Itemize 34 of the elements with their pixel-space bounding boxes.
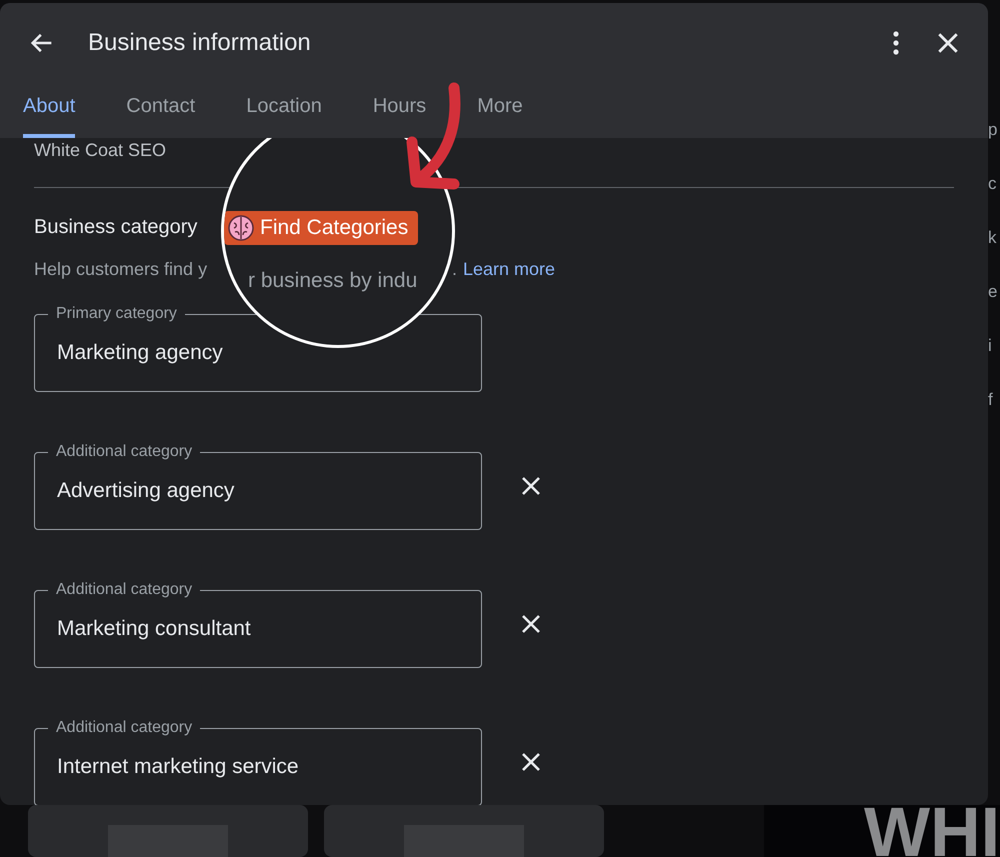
tab[interactable]: Contact bbox=[126, 83, 196, 138]
dialog-title: Business information bbox=[88, 29, 312, 57]
field-value: Marketing consultant bbox=[57, 617, 251, 641]
brain-icon bbox=[228, 215, 254, 241]
field-value: Internet marketing service bbox=[57, 755, 299, 779]
close-icon bbox=[520, 613, 542, 635]
field-label: Additional category bbox=[48, 442, 200, 462]
field-value: Advertising agency bbox=[57, 479, 234, 503]
close-icon bbox=[936, 31, 960, 55]
more-vertical-icon bbox=[892, 30, 900, 56]
background-text: k bbox=[988, 228, 998, 248]
background-text: c bbox=[988, 174, 998, 194]
background-text: i bbox=[988, 336, 993, 356]
magnified-text: r business by indu bbox=[248, 269, 418, 293]
tab[interactable]: About bbox=[23, 83, 76, 138]
background-text: p bbox=[988, 120, 998, 140]
help-text: Help customers find y bbox=[34, 259, 208, 280]
background-text: e bbox=[988, 282, 998, 302]
tab[interactable]: Hours bbox=[372, 83, 426, 138]
tab[interactable]: Location bbox=[246, 83, 322, 138]
field-label: Primary category bbox=[48, 304, 185, 324]
field-value: Marketing agency bbox=[57, 341, 223, 365]
help-text: . bbox=[452, 259, 458, 280]
find-categories-button[interactable]: Find Categories bbox=[224, 211, 418, 245]
field-label: Additional category bbox=[48, 580, 200, 600]
tab[interactable]: More bbox=[477, 83, 523, 138]
close-icon bbox=[520, 751, 542, 773]
learn-more-link[interactable]: Learn more bbox=[463, 259, 556, 280]
business-name: White Coat SEO bbox=[34, 139, 168, 162]
section-title: Business category bbox=[34, 216, 198, 239]
banner-text: WHI bbox=[863, 807, 1000, 857]
background-text: f bbox=[988, 390, 994, 410]
close-icon bbox=[520, 475, 542, 497]
field-label: Additional category bbox=[48, 718, 200, 738]
